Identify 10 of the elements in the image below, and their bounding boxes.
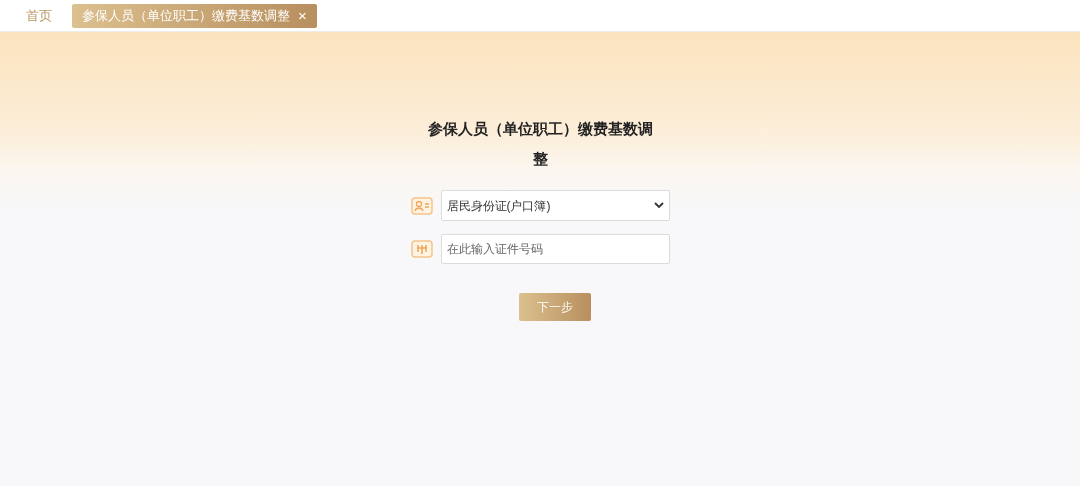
keypad-icon <box>410 239 433 259</box>
close-button[interactable]: × <box>298 8 307 23</box>
tab[interactable]: 参保人员（单位职工）缴费基数调整 × <box>72 3 317 28</box>
id-type-select[interactable]: 居民身份证(户口簿) <box>440 190 670 221</box>
tab[interactable]: 首页 <box>14 3 64 28</box>
page-title: 参保人员（单位职工）缴费基数调整 <box>426 119 654 169</box>
chevron-down-icon <box>653 202 664 209</box>
id-card-icon <box>410 195 433 216</box>
id-number-field[interactable]: 在此输入证件号码 <box>440 234 670 264</box>
next-button[interactable]: 下一步 <box>519 293 591 321</box>
